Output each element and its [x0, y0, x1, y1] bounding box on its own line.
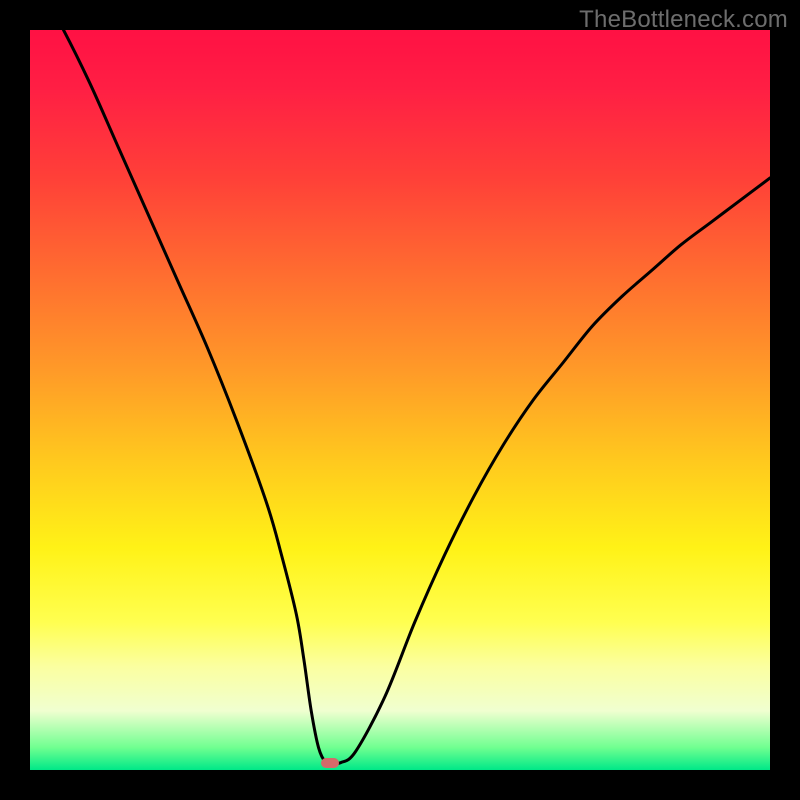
chart-frame: TheBottleneck.com	[0, 0, 800, 800]
watermark-text: TheBottleneck.com	[579, 6, 788, 34]
plot-area	[30, 30, 770, 770]
bottleneck-curve	[30, 30, 770, 764]
optimum-marker	[321, 758, 339, 768]
curve-svg	[30, 30, 770, 770]
